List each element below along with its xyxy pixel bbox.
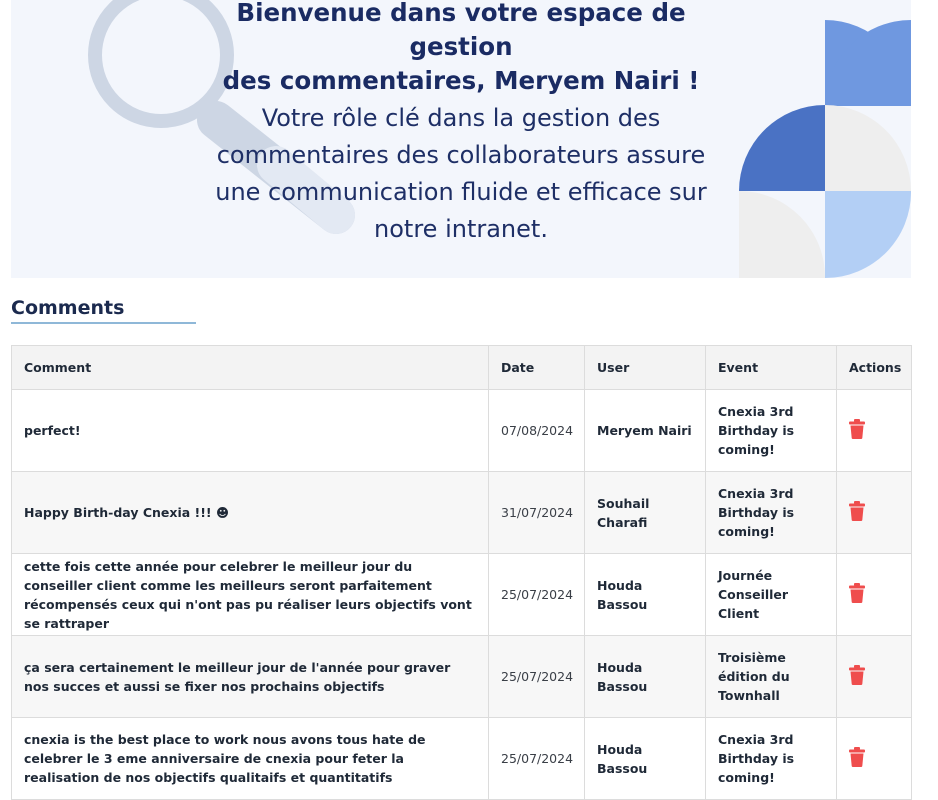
- event-cell: Cnexia 3rd Birthday is coming!: [705, 389, 837, 472]
- comment-cell: ça sera certainement le meilleur jour de…: [11, 635, 489, 718]
- actions-cell: [836, 553, 912, 636]
- welcome-subtitle: Votre rôle clé dans la gestion des comme…: [181, 100, 741, 248]
- actions-cell: [836, 717, 912, 800]
- welcome-subtitle-line1: Votre rôle clé dans la gestion des: [261, 104, 661, 132]
- event-cell: Troisième édition du Townhall: [705, 635, 837, 718]
- trash-icon[interactable]: [849, 665, 865, 685]
- date-cell: 25/07/2024: [488, 717, 585, 800]
- welcome-subtitle-line2: commentaires des collaborateurs assure: [216, 141, 706, 169]
- trash-icon[interactable]: [849, 419, 865, 439]
- comment-cell: Happy Birth-day Cnexia !!! ☻: [11, 471, 489, 554]
- welcome-banner: Bienvenue dans votre espace de gestion d…: [11, 0, 911, 278]
- table-row: ça sera certainement le meilleur jour de…: [11, 635, 912, 718]
- comments-table: Comment Date User Event Actions perfect!…: [11, 345, 912, 800]
- table-row: Happy Birth-day Cnexia !!! ☻ 31/07/2024 …: [11, 471, 912, 554]
- column-header-comment: Comment: [11, 345, 489, 390]
- trash-icon[interactable]: [849, 501, 865, 521]
- date-cell: 31/07/2024: [488, 471, 585, 554]
- event-cell: Journée Conseiller Client: [705, 553, 837, 636]
- user-cell: Souhail Charafi: [584, 471, 706, 554]
- user-cell: Houda Bassou: [584, 717, 706, 800]
- actions-cell: [836, 471, 912, 554]
- welcome-text: Bienvenue dans votre espace de gestion d…: [181, 0, 741, 248]
- date-cell: 25/07/2024: [488, 635, 585, 718]
- welcome-subtitle-line3: une communication fluide et efficace sur: [215, 178, 707, 206]
- welcome-subtitle-line4: notre intranet.: [374, 215, 548, 243]
- table-row: perfect! 07/08/2024 Meryem Nairi Cnexia …: [11, 389, 912, 472]
- column-header-event: Event: [705, 345, 837, 390]
- date-cell: 25/07/2024: [488, 553, 585, 636]
- welcome-title-line1: Bienvenue dans votre espace de gestion: [236, 0, 686, 61]
- trash-icon[interactable]: [849, 747, 865, 767]
- actions-cell: [836, 389, 912, 472]
- event-cell: Cnexia 3rd Birthday is coming!: [705, 717, 837, 800]
- table-row: cette fois cette année pour celebrer le …: [11, 553, 912, 636]
- user-cell: Meryem Nairi: [584, 389, 706, 472]
- column-header-date: Date: [488, 345, 585, 390]
- actions-cell: [836, 635, 912, 718]
- date-cell: 07/08/2024: [488, 389, 585, 472]
- welcome-title: Bienvenue dans votre espace de gestion d…: [181, 0, 741, 98]
- comment-cell: perfect!: [11, 389, 489, 472]
- event-cell: Cnexia 3rd Birthday is coming!: [705, 471, 837, 554]
- column-header-user: User: [584, 345, 706, 390]
- table-header-row: Comment Date User Event Actions: [11, 345, 912, 390]
- comment-cell: cnexia is the best place to work nous av…: [11, 717, 489, 800]
- user-cell: Houda Bassou: [584, 635, 706, 718]
- table-row: cnexia is the best place to work nous av…: [11, 717, 912, 800]
- quarter-circle-pattern: [739, 20, 911, 278]
- user-cell: Houda Bassou: [584, 553, 706, 636]
- trash-icon[interactable]: [849, 583, 865, 603]
- welcome-title-line2: des commentaires, Meryem Nairi !: [222, 66, 700, 95]
- comment-cell: cette fois cette année pour celebrer le …: [11, 553, 489, 636]
- comments-section-title: Comments: [11, 297, 196, 324]
- column-header-actions: Actions: [836, 345, 912, 390]
